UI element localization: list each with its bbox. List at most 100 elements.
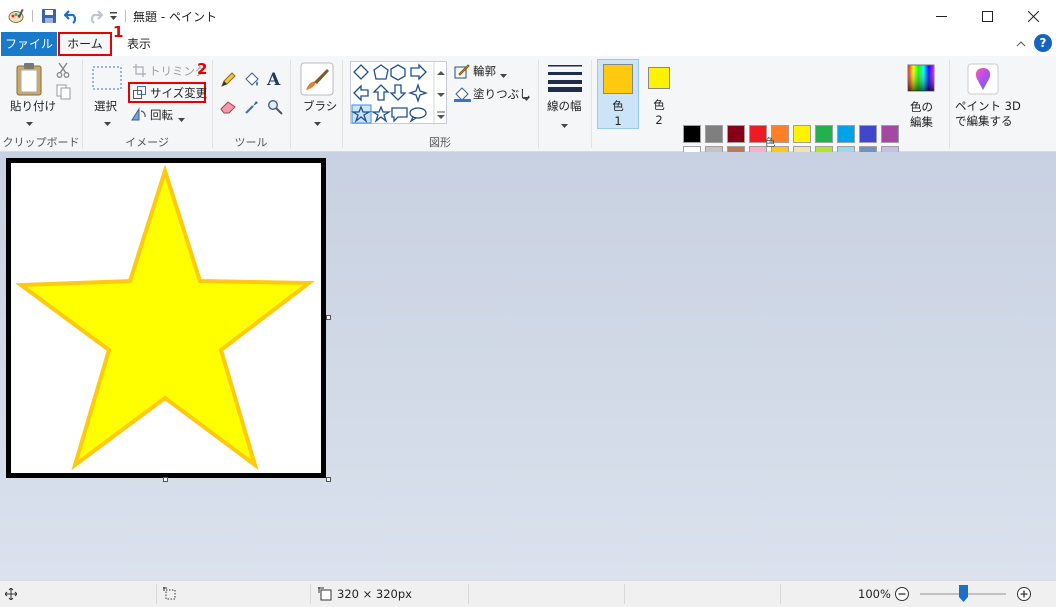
resize-icon[interactable] [133, 86, 146, 102]
select-icon[interactable] [92, 66, 122, 95]
brushes-icon[interactable] [300, 62, 334, 99]
edit-colors-label-2[interactable]: 編集 [910, 114, 933, 130]
redo-icon[interactable] [86, 8, 104, 24]
status-divider [624, 584, 625, 604]
zoom-slider-thumb[interactable] [959, 585, 968, 602]
paste-label[interactable]: 貼り付け [10, 98, 56, 114]
select-dropdown-icon[interactable] [104, 116, 111, 130]
outline-label[interactable]: 輪郭 [473, 63, 496, 79]
copy-icon[interactable] [56, 84, 71, 103]
status-divider [780, 584, 781, 604]
pencil-icon[interactable] [220, 72, 236, 91]
paint3d-label-2[interactable]: で編集する [955, 113, 1013, 129]
colors-group-label: 色 [764, 136, 776, 149]
shapes-gallery [350, 61, 448, 125]
maximize-button[interactable] [964, 0, 1010, 32]
qa-separator-2 [123, 8, 127, 24]
undo-icon[interactable] [63, 8, 81, 24]
close-button[interactable] [1010, 0, 1056, 32]
line-width-icon[interactable] [548, 64, 582, 95]
paint3d-icon[interactable] [967, 63, 999, 98]
zoom-in-icon [1017, 587, 1031, 601]
eraser-icon[interactable] [220, 100, 237, 117]
resize-label[interactable]: サイズ変更 [150, 85, 207, 101]
resize-handle-bottom[interactable] [163, 477, 168, 482]
group-separator [290, 60, 291, 148]
color2-button[interactable]: 色 2 [642, 59, 676, 129]
qa-separator [30, 8, 34, 24]
minimize-button[interactable] [918, 0, 964, 32]
shape-fill-label[interactable]: 塗りつぶし [473, 86, 531, 102]
image-size-text: 320 × 320px [337, 587, 412, 601]
color2-swatch [648, 67, 670, 89]
shape-fill-icon[interactable] [454, 86, 471, 105]
paste-icon[interactable] [14, 62, 44, 99]
status-divider [468, 584, 469, 604]
selection-size-icon [163, 587, 177, 604]
select-label[interactable]: 選択 [94, 98, 117, 114]
paste-dropdown-icon[interactable] [26, 116, 33, 130]
tab-view[interactable]: 表示 [118, 32, 160, 56]
maximize-icon [981, 10, 993, 22]
zoom-out-icon [895, 587, 909, 601]
rotate-label[interactable]: 回転 [150, 107, 173, 123]
edit-colors-icon[interactable] [907, 64, 935, 95]
collapse-ribbon-icon[interactable] [1016, 38, 1026, 52]
status-bar: 320 × 320px 100% [0, 580, 1056, 607]
color1-sub-label: 1 [614, 114, 622, 128]
shapes-gallery-icons[interactable] [350, 62, 448, 125]
status-divider [310, 584, 311, 604]
customize-quick-access-icon[interactable] [108, 8, 118, 24]
star-shape [15, 164, 315, 471]
color1-label: 色 [612, 99, 624, 113]
image-size-icon [318, 587, 332, 604]
drawing-canvas[interactable] [6, 158, 326, 478]
cut-icon[interactable] [56, 62, 70, 81]
line-width-label[interactable]: 線の幅 [547, 98, 582, 114]
text-tool-icon[interactable]: A [267, 70, 280, 90]
window-title: 無題 - ペイント [133, 10, 217, 24]
line-width-dropdown-icon[interactable] [561, 118, 568, 132]
magnifier-icon[interactable] [267, 99, 283, 118]
shapes-group-label: 図形 [429, 136, 451, 149]
image-group-label: イメージ [125, 136, 169, 149]
color-picker-icon[interactable] [244, 99, 260, 118]
cursor-position-icon [4, 587, 18, 603]
paint-app-icon[interactable] [8, 8, 26, 24]
zoom-level-text: 100% [858, 587, 891, 601]
brushes-label[interactable]: ブラシ [303, 98, 337, 114]
zoom-in-button[interactable] [1016, 586, 1032, 605]
save-icon[interactable] [40, 8, 58, 24]
tab-home[interactable]: ホーム [58, 32, 112, 56]
color2-sub-label: 2 [655, 113, 663, 127]
group-separator [949, 60, 950, 148]
group-separator [538, 60, 539, 148]
outline-icon[interactable] [454, 64, 470, 82]
color1-swatch [603, 64, 633, 94]
color1-button[interactable]: 色 1 [597, 59, 639, 129]
tools-group-label: ツール [234, 136, 268, 149]
help-icon[interactable]: ? [1034, 34, 1052, 52]
crop-icon[interactable] [133, 64, 146, 80]
resize-handle-corner[interactable] [326, 477, 331, 482]
edit-colors-label-1[interactable]: 色の [910, 99, 933, 115]
paint3d-label-1[interactable]: ペイント 3D [955, 98, 1021, 114]
brushes-dropdown-icon[interactable] [314, 116, 321, 130]
color2-label: 色 [653, 98, 665, 112]
annotation-mark-1: 1 [113, 23, 124, 41]
ribbon-tab-bar: ファイル ホーム 表示 1 ? [0, 23, 1056, 56]
rotate-dropdown-icon[interactable] [178, 112, 185, 126]
shape-fill-dropdown-icon[interactable] [523, 91, 530, 105]
minimize-icon [935, 15, 947, 17]
annotation-mark-2: 2 [197, 60, 208, 78]
outline-dropdown-icon[interactable] [500, 68, 507, 82]
rotate-icon[interactable] [131, 107, 147, 124]
clipboard-group-label: クリップボード [2, 136, 80, 149]
status-divider [156, 584, 157, 604]
resize-handle-right[interactable] [326, 315, 331, 320]
ribbon: 貼り付け クリップボード 選択 トリミング サイズ変更 2 回転 イメージ A [0, 56, 1056, 185]
tab-file[interactable]: ファイル [1, 32, 57, 56]
title-bar: 無題 - ペイント [0, 0, 1056, 32]
zoom-out-button[interactable] [894, 586, 910, 605]
fill-bucket-icon[interactable] [243, 71, 260, 91]
